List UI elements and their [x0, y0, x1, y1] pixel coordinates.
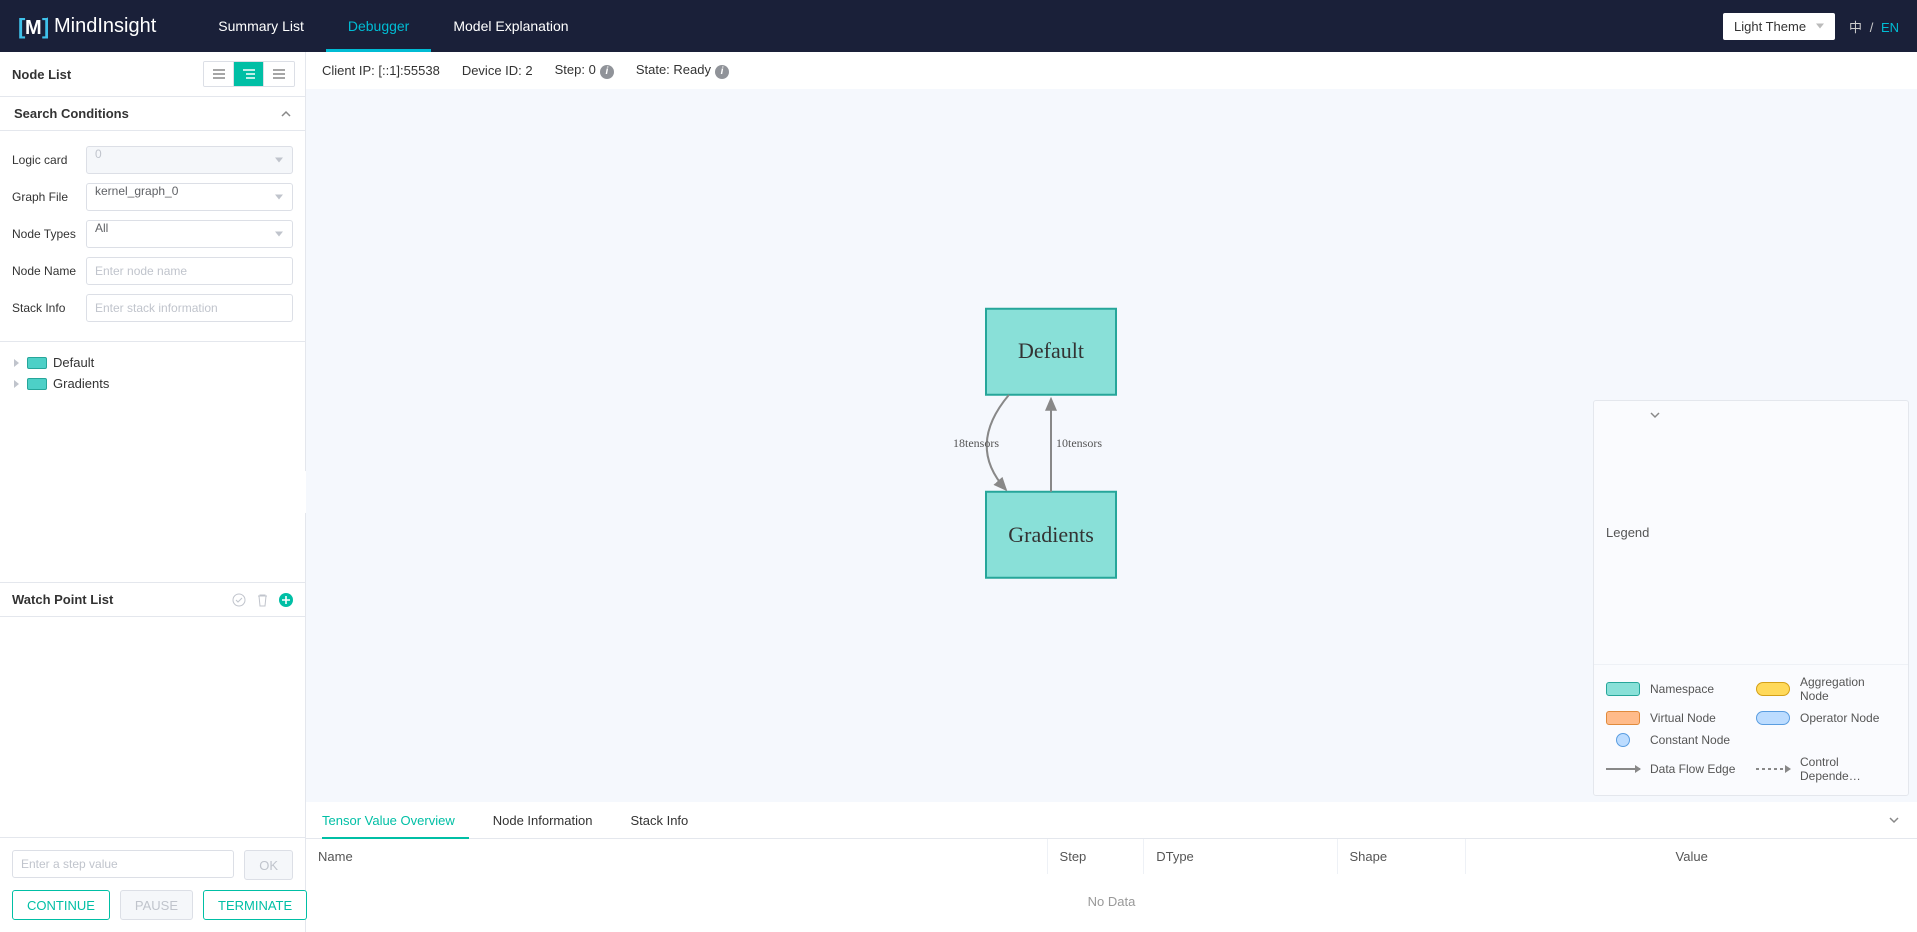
svg-text:s: s: [46, 15, 48, 24]
node-list-header: Node List: [0, 52, 305, 97]
language-switch: 中 / EN: [1849, 17, 1899, 36]
col-dtype: DType: [1144, 839, 1337, 874]
sidebar: Node List Search Conditions Logic card 0…: [0, 52, 306, 932]
lang-cn[interactable]: 中: [1849, 20, 1862, 35]
bottom-panel: Tensor Value Overview Node Information S…: [306, 802, 1917, 932]
continue-button[interactable]: CONTINUE: [12, 890, 110, 920]
expand-arrow-icon: [14, 380, 19, 388]
view-mode-list[interactable]: [204, 62, 234, 86]
col-step: Step: [1047, 839, 1144, 874]
info-icon[interactable]: i: [715, 65, 729, 79]
label-logic-card: Logic card: [12, 153, 86, 167]
tree-item-label: Default: [53, 355, 94, 370]
graph-node-gradients-label: Gradients: [1008, 521, 1094, 546]
namespace-icon: [27, 357, 47, 369]
app-header: [ M ] s MindInsight Summary List Debugge…: [0, 0, 1917, 52]
svg-text:M: M: [25, 17, 42, 39]
namespace-icon: [27, 378, 47, 390]
theme-select[interactable]: Light Theme: [1723, 13, 1835, 40]
status-bar: Client IP: [::1]:55538 Device ID: 2 Step…: [306, 52, 1917, 89]
tab-model-explanation[interactable]: Model Explanation: [431, 0, 590, 52]
ok-button[interactable]: OK: [244, 850, 293, 880]
legend-aggregation: Aggregation Node: [1756, 675, 1896, 703]
watch-point-header: Watch Point List: [0, 582, 305, 617]
status-step: Step: 0i: [555, 62, 614, 79]
view-mode-tree[interactable]: [234, 62, 264, 86]
check-all-icon[interactable]: [232, 593, 246, 607]
graph-viewport[interactable]: Default Gradients 18tensors 10tensors Le…: [306, 89, 1917, 803]
sidebar-footer: OK CONTINUE PAUSE TERMINATE: [0, 837, 305, 932]
table-nodata: No Data: [306, 874, 1917, 929]
stack-info-input[interactable]: [86, 294, 293, 322]
terminate-button[interactable]: TERMINATE: [203, 890, 307, 920]
graph-file-select[interactable]: kernel_graph_0: [86, 183, 293, 211]
add-icon[interactable]: [279, 593, 293, 607]
tree-item-default[interactable]: Default: [8, 352, 297, 373]
tab-stack-info[interactable]: Stack Info: [630, 802, 702, 838]
search-conditions-header[interactable]: Search Conditions: [0, 97, 305, 131]
legend-panel: Legend Namespace Aggregation Node Virtua…: [1593, 400, 1909, 796]
legend-constant: Constant Node: [1606, 733, 1746, 747]
lang-sep: /: [1870, 20, 1874, 35]
legend-operator: Operator Node: [1756, 711, 1896, 725]
chevron-up-icon: [281, 109, 291, 119]
status-state: State: Readyi: [636, 62, 729, 79]
node-list-title: Node List: [12, 67, 71, 82]
col-shape: Shape: [1337, 839, 1466, 874]
view-mode-group: [203, 61, 295, 87]
label-stack-info: Stack Info: [12, 301, 86, 315]
tree-item-label: Gradients: [53, 376, 109, 391]
tab-node-information[interactable]: Node Information: [493, 802, 607, 838]
watch-point-body: [0, 617, 305, 837]
col-name: Name: [306, 839, 1047, 874]
legend-dataflow: Data Flow Edge: [1606, 755, 1746, 783]
tab-tensor-overview[interactable]: Tensor Value Overview: [322, 802, 469, 838]
graph-node-default-label: Default: [1018, 337, 1084, 362]
view-mode-flat[interactable]: [264, 62, 294, 86]
brand-logo[interactable]: [ M ] s MindInsight: [18, 12, 156, 40]
legend-virtual: Virtual Node: [1606, 711, 1746, 725]
search-conditions-title: Search Conditions: [14, 106, 129, 121]
col-value: Value: [1466, 839, 1917, 874]
tab-summary-list[interactable]: Summary List: [196, 0, 326, 52]
graph-edge-down-label: 18tensors: [953, 435, 999, 449]
tab-debugger[interactable]: Debugger: [326, 0, 432, 52]
logic-card-select[interactable]: 0: [86, 146, 293, 174]
tree-item-gradients[interactable]: Gradients: [8, 373, 297, 394]
legend-control: Control Depende…: [1756, 755, 1896, 783]
node-name-input[interactable]: [86, 257, 293, 285]
brand-text: MindInsight: [54, 15, 156, 38]
node-tree: Default Gradients: [0, 342, 305, 582]
chevron-down-icon[interactable]: [1649, 409, 1896, 656]
label-node-types: Node Types: [12, 227, 86, 241]
status-device-id: Device ID: 2: [462, 63, 533, 78]
brand-icon: [ M ] s: [18, 12, 48, 40]
label-node-name: Node Name: [12, 264, 86, 278]
content-area: Client IP: [::1]:55538 Device ID: 2 Step…: [306, 52, 1917, 932]
label-graph-file: Graph File: [12, 190, 86, 204]
step-input[interactable]: [12, 850, 234, 878]
info-icon[interactable]: i: [600, 65, 614, 79]
status-client-ip: Client IP: [::1]:55538: [322, 63, 440, 78]
legend-namespace: Namespace: [1606, 675, 1746, 703]
bottom-tabs: Tensor Value Overview Node Information S…: [306, 802, 1917, 839]
trash-icon[interactable]: [256, 593, 269, 607]
graph-edge-up-label: 10tensors: [1056, 435, 1102, 449]
pause-button[interactable]: PAUSE: [120, 890, 193, 920]
watch-point-title: Watch Point List: [12, 592, 113, 607]
lang-en[interactable]: EN: [1881, 20, 1899, 35]
nav-tabs: Summary List Debugger Model Explanation: [196, 0, 590, 52]
node-types-select[interactable]: All: [86, 220, 293, 248]
header-right: Light Theme 中 / EN: [1723, 13, 1899, 40]
chevron-down-icon[interactable]: [1887, 813, 1901, 827]
expand-arrow-icon: [14, 359, 19, 367]
legend-title: Legend: [1606, 525, 1649, 540]
search-form: Logic card 0 Graph File kernel_graph_0 N…: [0, 131, 305, 342]
tensor-table: Name Step DType Shape Value: [306, 839, 1917, 874]
